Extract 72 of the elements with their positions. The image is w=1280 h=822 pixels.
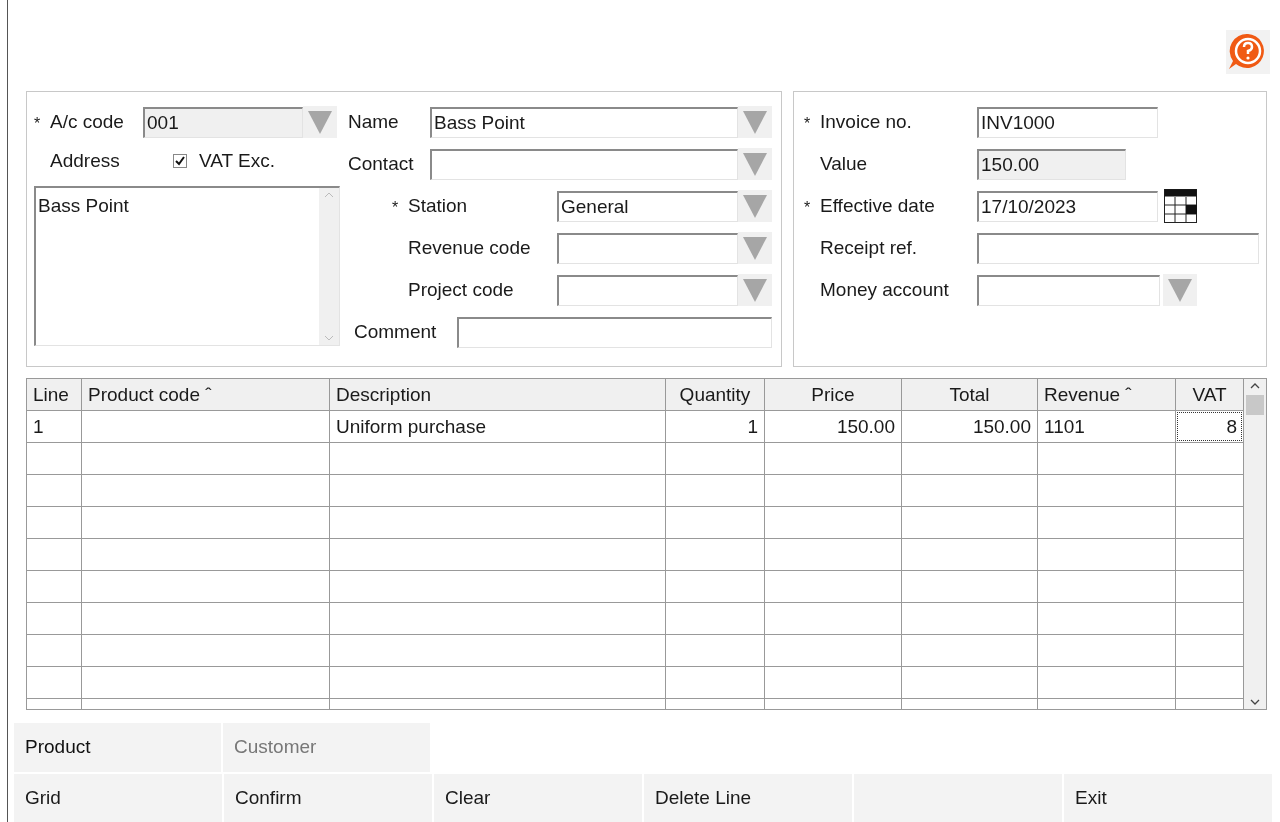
caret-icon <box>742 151 768 178</box>
scroll-thumb[interactable] <box>1246 395 1264 416</box>
table-cell-text: 150.00 <box>971 415 1032 440</box>
dropdown-button[interactable] <box>1163 274 1197 307</box>
table-cell-text: Uniform purchase <box>335 415 487 440</box>
action-button[interactable]: Delete Line <box>644 774 852 822</box>
column-header[interactable]: Total <box>902 379 1038 411</box>
caret-icon <box>742 235 768 262</box>
field-label: Comment <box>354 320 438 345</box>
dropdown-button[interactable] <box>738 190 772 223</box>
table-cell-text: 150.00 <box>835 415 896 440</box>
input-field[interactable]: INV1000 <box>977 106 1158 138</box>
field-label: Station <box>408 194 469 219</box>
required-asterisk: * <box>34 114 41 135</box>
action-button[interactable]: Clear <box>434 774 642 822</box>
field-label: A/c code <box>50 110 125 135</box>
tab-button[interactable]: Product <box>14 723 221 772</box>
scroll-up-icon[interactable] <box>1250 383 1260 390</box>
dropdown-button[interactable] <box>303 106 337 139</box>
table-cell-text: 1 <box>32 415 45 440</box>
field-label: Contact <box>348 152 414 177</box>
action-button[interactable]: Grid <box>14 774 222 822</box>
address-field[interactable]: Bass Point <box>34 186 340 347</box>
caret-icon <box>1167 277 1193 304</box>
field-label: Value <box>820 152 869 177</box>
input-field[interactable] <box>977 274 1160 306</box>
input-field[interactable] <box>457 316 772 348</box>
input-field[interactable] <box>557 232 738 264</box>
column-header[interactable]: Line <box>27 379 82 411</box>
dropdown-button[interactable] <box>738 232 772 265</box>
table-cell-text: 1 <box>746 415 759 440</box>
column-header[interactable]: Product code ˆ <box>82 379 330 411</box>
required-asterisk: * <box>804 198 811 219</box>
input-field[interactable] <box>977 232 1259 264</box>
column-header[interactable]: Price <box>765 379 902 411</box>
dropdown-button[interactable] <box>738 148 772 181</box>
checkbox-label: VAT Exc. <box>199 149 276 174</box>
input-field[interactable]: 150.00 <box>977 148 1126 180</box>
calendar-icon[interactable] <box>1164 189 1197 224</box>
column-header[interactable]: Revenue ˆ <box>1038 379 1176 411</box>
field-label: Project code <box>408 278 515 303</box>
field-label: Receipt ref. <box>820 236 919 261</box>
input-field[interactable]: Bass Point <box>430 106 738 138</box>
field-label: Money account <box>820 278 950 303</box>
input-field[interactable]: 17/10/2023 <box>977 190 1158 222</box>
field-label: Invoice no. <box>820 110 913 135</box>
caret-icon <box>742 277 768 304</box>
field-label: Revenue code <box>408 236 532 261</box>
column-header[interactable]: Quantity <box>666 379 765 411</box>
column-header[interactable]: Description <box>330 379 666 411</box>
caret-icon <box>307 109 333 136</box>
required-asterisk: * <box>392 198 399 219</box>
field-label: Name <box>348 110 400 135</box>
input-field[interactable] <box>430 148 738 180</box>
scroll-down-icon[interactable] <box>1250 699 1260 705</box>
field-label: Effective date <box>820 194 936 219</box>
input-field[interactable] <box>557 274 738 306</box>
scrollbar[interactable] <box>1244 379 1266 709</box>
caret-icon <box>742 193 768 220</box>
checkbox[interactable] <box>173 154 187 169</box>
input-field[interactable]: General <box>557 190 738 222</box>
action-button[interactable]: Exit <box>1064 774 1272 822</box>
input-field[interactable]: 001 <box>143 106 303 138</box>
caret-icon <box>742 109 768 136</box>
field-label: Address <box>50 149 121 174</box>
required-asterisk: * <box>804 114 811 135</box>
dropdown-button[interactable] <box>738 274 772 307</box>
table-cell: 8 <box>1177 412 1242 442</box>
action-button[interactable]: Confirm <box>224 774 432 822</box>
dropdown-button[interactable] <box>738 106 772 139</box>
table-cell-text: 1101 <box>1043 415 1086 440</box>
help-icon[interactable] <box>1226 30 1270 74</box>
